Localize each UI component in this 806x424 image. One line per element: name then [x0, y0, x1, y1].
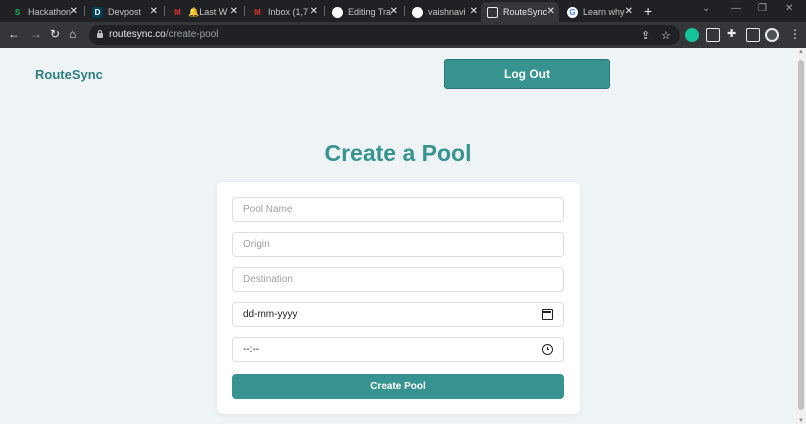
close-icon[interactable]: ✕: [547, 6, 555, 17]
time-input[interactable]: --:--: [232, 337, 564, 362]
destination-input[interactable]: Destination: [232, 267, 564, 292]
back-icon[interactable]: ←: [8, 27, 20, 41]
window-close-icon[interactable]: ✕: [785, 3, 793, 14]
reload-icon[interactable]: ↻: [50, 27, 60, 41]
tab-separator: [164, 6, 165, 16]
url-text: routesync.co/create-pool: [109, 29, 219, 40]
github-icon: [332, 6, 343, 18]
date-input[interactable]: dd-mm-yyyy: [232, 302, 564, 327]
gmail-icon: M: [254, 7, 261, 17]
scroll-up-arrow-icon[interactable]: ▲: [798, 49, 804, 55]
tab-separator: [244, 6, 245, 16]
home-icon[interactable]: ⌂: [69, 27, 76, 41]
close-icon[interactable]: ✕: [150, 6, 158, 17]
share-icon[interactable]: ⇪: [641, 29, 650, 42]
page-content: RouteSync Log Out Create a Pool Pool Nam…: [0, 48, 796, 424]
profile-avatar[interactable]: [765, 28, 779, 42]
tab-separator: [324, 6, 325, 16]
google-icon: G: [567, 6, 578, 18]
url-host: routesync.co: [109, 29, 166, 40]
browser-tab-strip: S Hackathon ✕ D Devpost ✕ M 🔔Last W ✕ M …: [0, 0, 806, 22]
menu-kebab-icon[interactable]: ⋮: [789, 27, 801, 41]
extensions-puzzle-icon[interactable]: ✚: [727, 27, 736, 40]
scrollbar-thumb[interactable]: [798, 60, 804, 410]
notion-extension-icon[interactable]: [706, 28, 720, 42]
date-value: dd-mm-yyyy: [243, 309, 298, 320]
tab-search-icon[interactable]: ⌄: [702, 3, 710, 14]
tab-github-vaishnavi[interactable]: vaishnavi ✕: [406, 2, 482, 22]
github-icon: [412, 6, 423, 18]
tab-gmail-inbox[interactable]: M Inbox (1,7 ✕: [246, 2, 322, 22]
new-tab-icon[interactable]: +: [644, 3, 652, 19]
tab-separator: [84, 6, 85, 16]
address-bar[interactable]: routesync.co/create-pool ⇪ ☆: [89, 25, 680, 45]
tab-github-editing[interactable]: Editing Tra ✕: [326, 2, 402, 22]
grammarly-extension-icon[interactable]: [685, 28, 699, 42]
origin-input[interactable]: Origin: [232, 232, 564, 257]
close-icon[interactable]: ✕: [470, 6, 478, 17]
time-value: --:--: [243, 344, 260, 355]
tab-title: RouteSync: [503, 7, 548, 17]
close-icon[interactable]: ✕: [625, 6, 633, 17]
close-icon[interactable]: ✕: [390, 6, 398, 17]
pool-name-input[interactable]: Pool Name: [232, 197, 564, 222]
restore-icon[interactable]: ❐: [758, 3, 767, 14]
forward-icon[interactable]: →: [30, 27, 42, 41]
scroll-down-arrow-icon[interactable]: ▼: [798, 418, 804, 424]
create-pool-form: Pool Name Origin Destination dd-mm-yyyy …: [217, 182, 580, 414]
bookmark-star-icon[interactable]: ☆: [661, 29, 671, 42]
logout-button[interactable]: Log Out: [444, 59, 610, 89]
brand-logo[interactable]: RouteSync: [35, 67, 103, 82]
close-icon[interactable]: ✕: [310, 6, 318, 17]
page-title: Create a Pool: [324, 140, 472, 166]
lock-icon: [97, 30, 103, 38]
close-icon[interactable]: ✕: [70, 6, 78, 17]
close-icon[interactable]: ✕: [230, 6, 238, 17]
create-pool-button[interactable]: Create Pool: [232, 374, 564, 399]
tab-google-learn[interactable]: G Learn why ✕: [561, 2, 637, 22]
minimize-icon[interactable]: —: [731, 3, 741, 14]
url-path: /create-pool: [165, 29, 219, 40]
s-logo-icon: S: [14, 7, 21, 17]
side-panel-icon[interactable]: [746, 28, 760, 42]
tab-gmail-last[interactable]: M 🔔Last W ✕: [166, 2, 242, 22]
tab-separator: [404, 6, 405, 16]
devpost-icon: D: [92, 6, 103, 18]
tab-routesync[interactable]: RouteSync ✕: [481, 2, 559, 22]
clock-icon[interactable]: [542, 344, 553, 355]
page-scrollbar[interactable]: ▲ ▼: [796, 48, 806, 424]
browser-toolbar: ← → ↻ ⌂ routesync.co/create-pool ⇪ ☆ ✚ ⋮: [0, 22, 806, 48]
page-icon: [487, 6, 498, 18]
tab-devpost[interactable]: D Devpost ✕: [86, 2, 162, 22]
gmail-icon: M: [174, 7, 181, 17]
calendar-icon[interactable]: [542, 309, 553, 320]
tab-hackathon[interactable]: S Hackathon ✕: [6, 2, 82, 22]
